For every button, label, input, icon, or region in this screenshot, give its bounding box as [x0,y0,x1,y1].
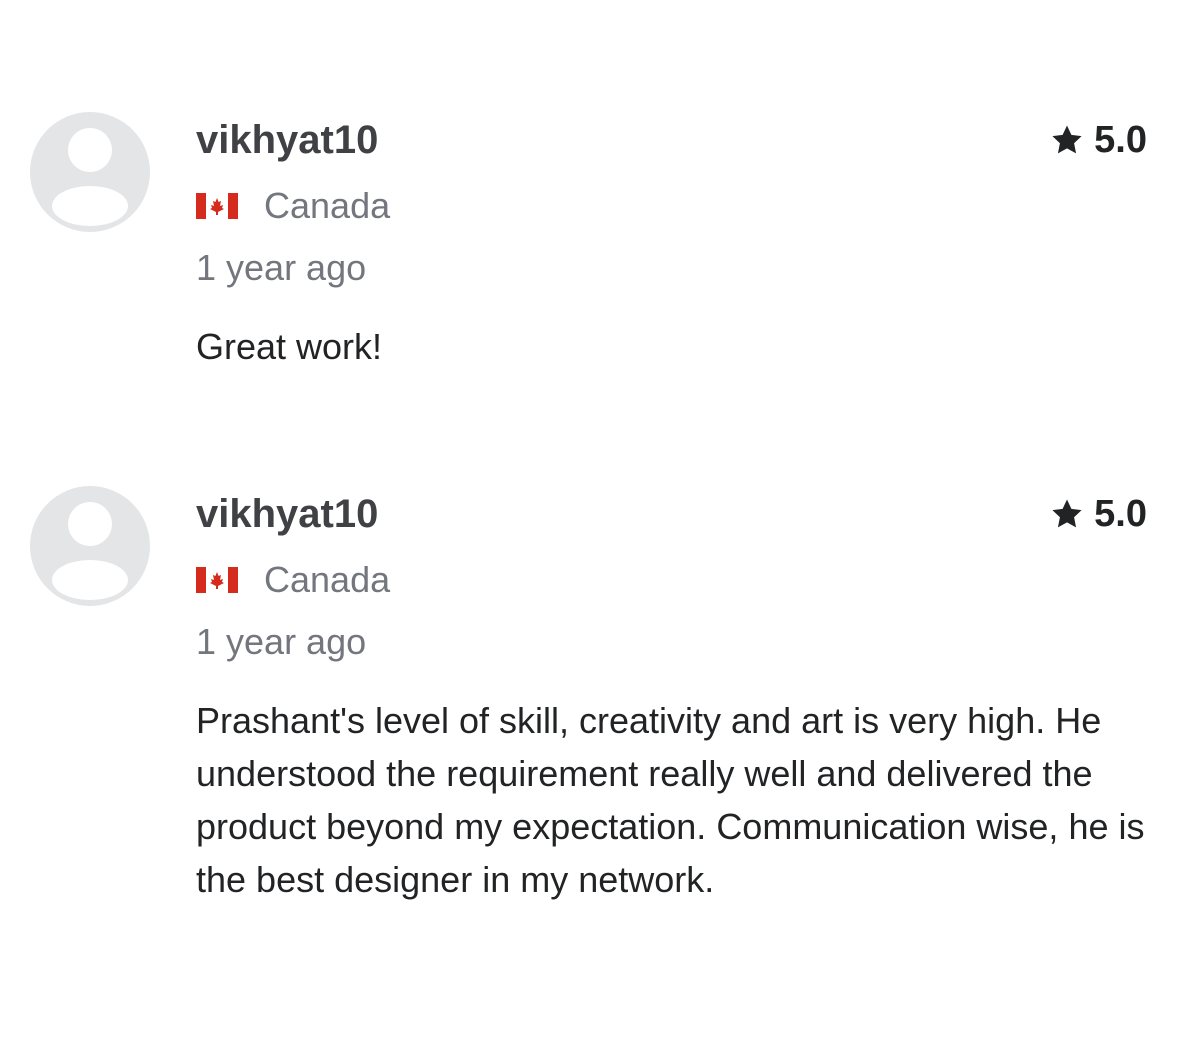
country-name: Canada [264,185,391,226]
avatar[interactable] [30,112,150,232]
canada-flag-icon [196,567,238,593]
rating-value: 5.0 [1094,119,1147,161]
review-time: 1 year ago [196,247,367,288]
rating: 5.0 [1050,116,1147,164]
star-icon [1052,125,1082,154]
review-comment: Great work! [196,326,383,367]
review-time: 1 year ago [196,621,367,662]
country-name: Canada [264,559,391,600]
reviewer-country: Canada [196,558,390,602]
reviewer-username[interactable]: vikhyat10 [196,114,378,166]
rating: 5.0 [1050,490,1147,538]
reviewer-username[interactable]: vikhyat10 [196,488,378,540]
rating-value: 5.0 [1094,493,1147,535]
reviewer-country: Canada [196,184,390,228]
user-placeholder-icon [52,128,128,226]
canada-flag-icon [196,193,238,219]
user-placeholder-icon [52,502,128,600]
star-icon [1052,499,1082,528]
avatar[interactable] [30,486,150,606]
review-comment: Prashant's level of skill, creativity an… [196,700,1145,900]
